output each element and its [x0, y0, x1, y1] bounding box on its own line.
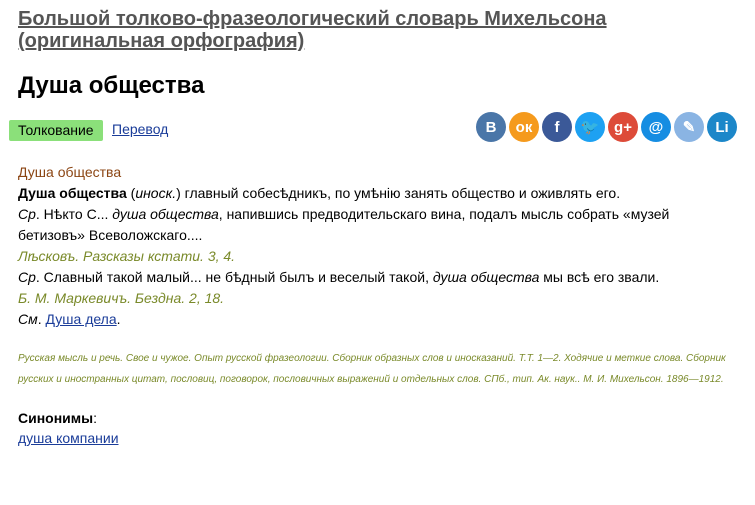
ok-icon[interactable]: ок: [509, 112, 539, 142]
googleplus-icon[interactable]: g+: [608, 112, 638, 142]
compare-label: Ср: [18, 269, 36, 285]
mail-icon[interactable]: @: [641, 112, 671, 142]
example-emphasis: душа общества: [112, 206, 219, 222]
entry: Душа общества Душа общества (иноск.) гла…: [18, 162, 737, 330]
example-text: . Нѣкто С...: [35, 206, 113, 222]
tab-translation[interactable]: Перевод: [112, 121, 168, 137]
see-label: См: [18, 311, 38, 327]
definition-term: Душа общества: [18, 185, 127, 201]
twitter-icon[interactable]: 🐦: [575, 112, 605, 142]
compare-label: Ср: [18, 206, 36, 222]
example-2: Ср. Славный такой малый... не бѣдный был…: [18, 267, 737, 288]
dictionary-title-link[interactable]: Большой толково-фразеологический словарь…: [18, 8, 658, 52]
page: Большой толково-фразеологический словарь…: [0, 8, 755, 448]
example-text: мы всѣ его звали.: [539, 269, 660, 285]
page-title: Душа общества: [18, 72, 205, 99]
source-2: Б. М. Маркевичъ. Бездна. 2, 18.: [18, 290, 225, 306]
tabs-bar: Толкование Перевод Bок f 🐦 g+ @ ✎ Li: [9, 112, 737, 148]
example-text: . Славный такой малый... не бѣдный былъ …: [35, 269, 433, 285]
example-emphasis: душа общества: [432, 269, 540, 285]
synonyms-label: Синонимы: [18, 410, 94, 426]
source-1: Лѣсковъ. Разсказы кстати. 3, 4.: [18, 248, 236, 264]
see-also-link[interactable]: Душа дела: [46, 311, 117, 327]
facebook-icon[interactable]: f: [542, 112, 572, 142]
example-1: Ср. Нѣкто С... душа общества, напившись …: [18, 204, 737, 246]
linkedin-icon[interactable]: Li: [707, 112, 737, 142]
vk-icon[interactable]: B: [476, 112, 506, 142]
bibliography: Русская мысль и речь. Свое и чужое. Опыт…: [18, 353, 726, 385]
definition-note: иноск.: [135, 185, 177, 201]
definition-text: ) главный собесѣдникъ, по умѣнію занять …: [176, 185, 621, 201]
synonyms-heading: Синонимы:: [18, 410, 97, 426]
livejournal-icon[interactable]: ✎: [674, 112, 704, 142]
tab-interpretation[interactable]: Толкование: [9, 120, 103, 141]
see-also: См. Душа дела.: [18, 311, 121, 327]
entry-heading: Душа общества: [18, 164, 122, 180]
definition: Душа общества (иноск.) главный собесѣдни…: [18, 185, 621, 201]
synonym-link[interactable]: душа компании: [18, 430, 119, 446]
share-buttons: Bок f 🐦 g+ @ ✎ Li: [476, 112, 737, 142]
